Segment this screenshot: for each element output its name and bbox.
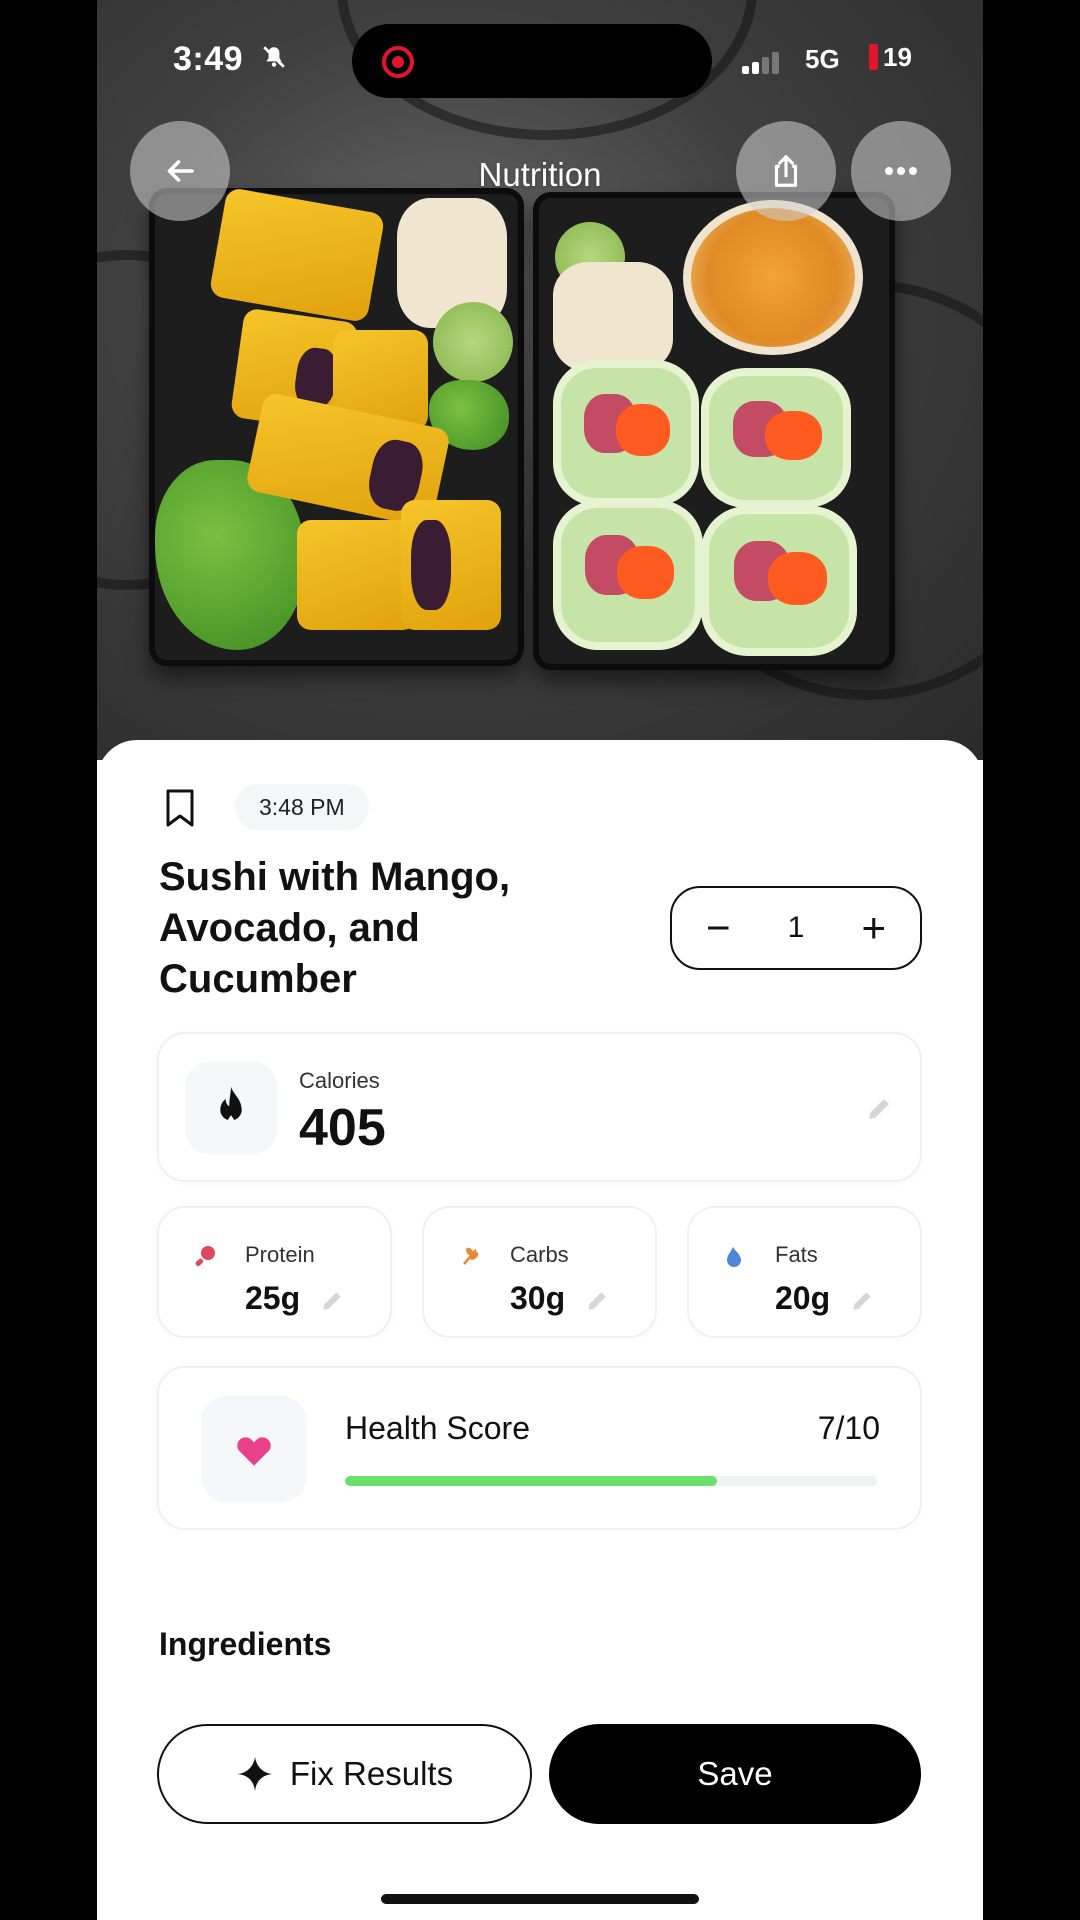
protein-card[interactable]: Protein 25g [157, 1206, 392, 1338]
home-indicator[interactable] [381, 1894, 699, 1904]
oil-drop-icon [727, 1247, 741, 1267]
drumstick-icon [195, 1246, 215, 1267]
more-button[interactable] [851, 121, 951, 221]
screen-recording-icon [382, 46, 414, 78]
calories-value: 405 [299, 1099, 386, 1157]
save-button[interactable]: Save [549, 1724, 921, 1824]
status-time: 3:49 [173, 40, 244, 78]
signal-icon [742, 50, 782, 74]
calories-label: Calories [299, 1068, 380, 1093]
battery-level: 19 [869, 42, 912, 72]
action-bar: Fix Results Save [97, 1696, 983, 1920]
quantity-value: 1 [787, 911, 805, 944]
carbs-value: 30g [510, 1280, 566, 1316]
edit-pencil-icon[interactable] [319, 1288, 345, 1314]
share-button[interactable] [736, 121, 836, 221]
flame-icon [185, 1062, 277, 1154]
health-score-value: 7/10 [817, 1410, 880, 1446]
edit-pencil-icon[interactable] [864, 1094, 894, 1124]
status-bar: 3:49 5G 19 [97, 0, 983, 120]
network-type: 5G [805, 44, 840, 74]
save-label: Save [697, 1755, 773, 1792]
decrease-button[interactable]: − [706, 907, 731, 949]
food-title: Sushi with Mango, Avocado, and Cucumber [159, 855, 511, 1001]
bookmark-icon[interactable] [165, 788, 195, 828]
protein-value: 25g [245, 1280, 301, 1316]
fix-results-button[interactable]: Fix Results [157, 1724, 532, 1824]
page-title: Nutrition [478, 156, 602, 193]
edit-pencil-icon[interactable] [849, 1288, 875, 1314]
ingredients-heading: Ingredients [159, 1626, 332, 1662]
increase-button[interactable]: + [861, 907, 886, 949]
fix-results-label: Fix Results [289, 1755, 454, 1792]
protein-label: Protein [245, 1242, 315, 1267]
carbs-label: Carbs [510, 1242, 569, 1267]
entry-time: 3:48 PM [235, 784, 369, 830]
carbs-card[interactable]: Carbs 30g [422, 1206, 657, 1338]
dynamic-island [352, 24, 712, 98]
share-icon [774, 155, 798, 187]
fats-value: 20g [775, 1280, 831, 1316]
fats-card[interactable]: Fats 20g [687, 1206, 922, 1338]
calories-card[interactable]: Calories 405 [157, 1032, 922, 1182]
sparkle-icon [237, 1756, 273, 1792]
edit-pencil-icon[interactable] [584, 1288, 610, 1314]
health-score-fill [345, 1476, 718, 1486]
fats-label: Fats [775, 1242, 818, 1267]
phone-screen: 3:49 5G 19 Nutrition 3:48 PM Sushi with … [97, 0, 983, 1920]
wheat-icon [463, 1247, 479, 1265]
health-score-label: Health Score [345, 1410, 530, 1446]
health-score-card[interactable]: Health Score 7/10 [157, 1366, 922, 1530]
quantity-stepper: − 1 + [670, 886, 922, 970]
health-score-bar [345, 1476, 877, 1486]
broken-heart-icon [201, 1396, 307, 1502]
bell-muted-icon [261, 44, 287, 77]
more-icon [885, 167, 917, 175]
